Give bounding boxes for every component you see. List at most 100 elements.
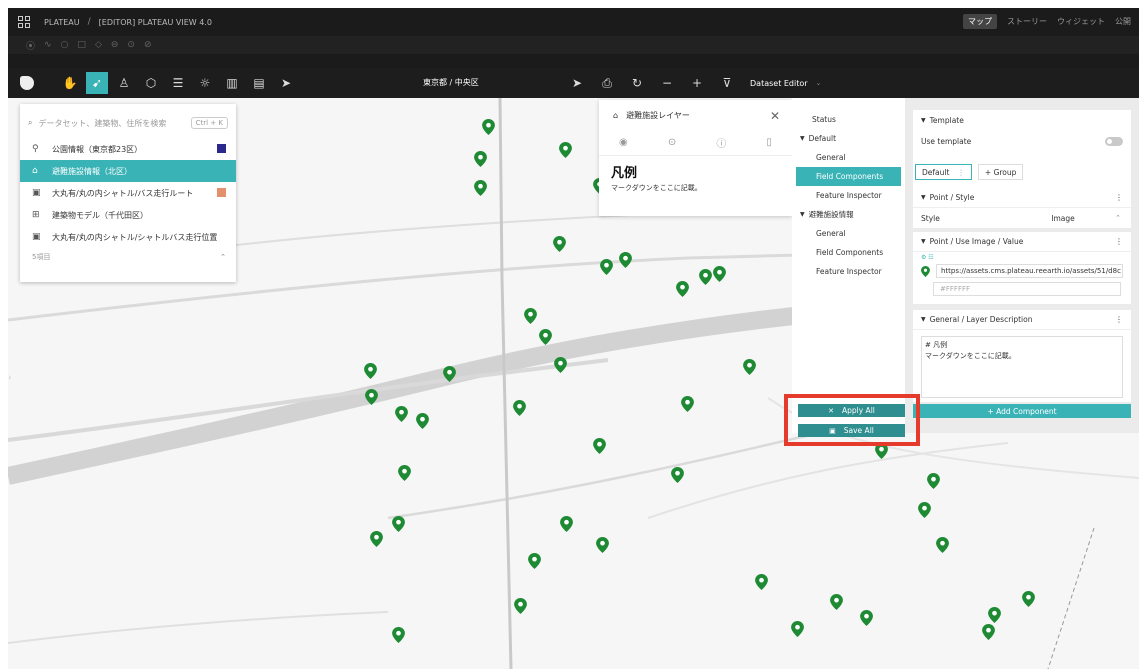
shelter-pin-icon[interactable]	[553, 236, 566, 252]
chevron-up-icon[interactable]: ⌃	[220, 253, 226, 261]
image-url-input[interactable]: https://assets.cms.plateau.reearth.io/as…	[935, 264, 1123, 278]
shelter-pin-icon[interactable]	[559, 142, 572, 158]
shelter-pin-icon[interactable]	[539, 329, 552, 345]
shelter-pin-icon[interactable]	[514, 598, 527, 614]
shelter-pin-icon[interactable]	[395, 406, 408, 422]
shelter-pin-icon[interactable]	[860, 610, 873, 626]
shelter-pin-icon[interactable]	[699, 269, 712, 285]
trash-icon[interactable]: ▯	[766, 137, 772, 148]
editor-title[interactable]: [EDITOR] PLATEAU VIEW 4.0	[99, 18, 212, 27]
shelter-pin-icon[interactable]	[713, 266, 726, 282]
sun-icon[interactable]: ☼	[194, 72, 216, 94]
shelter-pin-icon[interactable]	[370, 531, 383, 547]
chevron-down-icon[interactable]: ⌄	[816, 79, 822, 87]
shelter-pin-icon[interactable]	[474, 151, 487, 167]
eye-icon[interactable]: ◉	[619, 137, 628, 148]
shelter-pin-icon[interactable]	[918, 502, 931, 518]
panel-icon[interactable]: ▤	[248, 72, 270, 94]
tree-item-field-components[interactable]: Field Components	[796, 167, 901, 186]
shelter-pin-icon[interactable]	[1022, 591, 1035, 607]
shelter-pin-icon[interactable]	[482, 119, 495, 135]
circle-icon[interactable]: ○	[61, 40, 69, 50]
tree-item-feature-inspector[interactable]: Feature Inspector	[792, 186, 905, 205]
kebab-icon[interactable]: ⋮	[1115, 193, 1123, 202]
shelter-pin-icon[interactable]	[676, 281, 689, 297]
image-color-input[interactable]: #FFFFFF	[933, 282, 1121, 296]
shelter-pin-icon[interactable]	[743, 359, 756, 375]
shelter-pin-icon[interactable]	[755, 574, 768, 590]
zoom-out-icon[interactable]: −	[656, 72, 678, 94]
zoom-in-icon[interactable]: +	[686, 72, 708, 94]
polyline-icon[interactable]: ∿	[44, 40, 52, 50]
template-header[interactable]: ▼ Template	[913, 110, 1131, 130]
add-group-button[interactable]: + Group	[977, 164, 1024, 180]
shelter-pin-icon[interactable]	[988, 607, 1001, 623]
tab-publish[interactable]: 公開	[1115, 16, 1131, 27]
location-icon[interactable]: ⊙	[668, 137, 676, 148]
model-icon[interactable]: ⊘	[144, 40, 152, 50]
layer-description-input[interactable]: # 凡例 マークダウンをここに記載。	[921, 336, 1123, 398]
project-breadcrumb[interactable]: PLATEAU	[44, 18, 80, 27]
settings-sliders-icon[interactable]: ☰	[167, 72, 189, 94]
tab-story[interactable]: ストーリー	[1007, 16, 1047, 27]
kebab-icon[interactable]: ⋮	[1115, 237, 1123, 246]
shelter-pin-icon[interactable]	[982, 624, 995, 640]
shelter-pin-icon[interactable]	[392, 627, 405, 643]
navigate-icon[interactable]: ➤	[566, 72, 588, 94]
tree-item-field-components[interactable]: Field Components	[792, 243, 905, 262]
layer-item[interactable]: ▣ 大丸有/丸の内シャトル/シャトルバス走行位置	[20, 226, 236, 248]
layer-item-selected[interactable]: ⌂ 避難施設情報（北区）	[20, 160, 236, 182]
shelter-pin-icon[interactable]	[398, 465, 411, 481]
dataset-editor-menu[interactable]: Dataset Editor	[750, 79, 808, 88]
tree-item-general[interactable]: General	[792, 148, 905, 167]
layer-item[interactable]: ▣ 大丸有/丸の内シャトル/バス走行ルート	[20, 182, 236, 204]
tab-widget[interactable]: ウィジェット	[1057, 16, 1105, 27]
use-image-header[interactable]: ▼ Point / Use Image / Value ⋮	[913, 232, 1131, 252]
style-select[interactable]: Image	[1003, 211, 1123, 225]
tree-item-default[interactable]: ▼ Default	[792, 129, 905, 148]
shelter-pin-icon[interactable]	[927, 473, 940, 489]
shelter-pin-icon[interactable]	[443, 366, 456, 382]
shelter-pin-icon[interactable]	[596, 537, 609, 553]
app-grid-icon[interactable]	[18, 16, 30, 28]
kebab-icon[interactable]: ⋮	[957, 168, 965, 177]
shelter-pin-icon[interactable]	[936, 537, 949, 553]
search-input[interactable]: データセット、建築物、住所を検索	[38, 118, 166, 129]
shelter-pin-icon[interactable]	[528, 553, 541, 569]
tree-item-feature-inspector[interactable]: Feature Inspector	[792, 262, 905, 281]
shelter-pin-icon[interactable]	[416, 413, 429, 429]
layer-description-header[interactable]: ▼ General / Layer Description ⋮	[913, 310, 1131, 330]
info-icon[interactable]: ⓘ	[716, 135, 726, 150]
tree-item-general[interactable]: General	[792, 224, 905, 243]
shelter-pin-icon[interactable]	[681, 396, 694, 412]
shelter-pin-icon[interactable]	[513, 400, 526, 416]
chevron-right-icon[interactable]: ›	[8, 373, 12, 383]
shelter-pin-icon[interactable]	[474, 180, 487, 196]
layer-item[interactable]: ⚲ 公園情報（東京都23区）	[20, 138, 236, 160]
rotate-icon[interactable]: ↻	[626, 72, 648, 94]
shelter-pin-icon[interactable]	[554, 357, 567, 373]
tree-item-status[interactable]: Status	[792, 110, 905, 129]
tab-map[interactable]: マップ	[963, 14, 997, 29]
compass-icon[interactable]: ⊽	[716, 72, 738, 94]
shelter-pin-icon[interactable]	[560, 516, 573, 532]
shelter-pin-icon[interactable]	[619, 252, 632, 268]
use-template-toggle[interactable]	[1105, 136, 1123, 146]
shelter-pin-icon[interactable]	[593, 438, 606, 454]
tree-item-shelter[interactable]: ▼ 避難施設情報	[792, 205, 905, 224]
polygon-icon[interactable]: ◇	[95, 40, 102, 50]
hand-icon[interactable]: ✋	[59, 72, 81, 94]
shelter-pin-icon[interactable]	[830, 594, 843, 610]
shelter-pin-icon[interactable]	[524, 308, 537, 324]
shelter-pin-icon[interactable]	[600, 259, 613, 275]
send-icon[interactable]: ➤	[275, 72, 297, 94]
add-component-button[interactable]: + Add Component	[913, 404, 1131, 418]
sphere-icon[interactable]: ⊙	[127, 40, 135, 50]
shelter-pin-icon[interactable]	[671, 467, 684, 483]
screenshot-icon[interactable]: ⎙	[596, 72, 618, 94]
pedestrian-icon[interactable]: ♙	[113, 72, 135, 94]
select-icon[interactable]: ➹	[86, 72, 108, 94]
shelter-pin-icon[interactable]	[364, 363, 377, 379]
shelter-pin-icon[interactable]	[791, 621, 804, 637]
cube-icon[interactable]: ⬡	[140, 72, 162, 94]
